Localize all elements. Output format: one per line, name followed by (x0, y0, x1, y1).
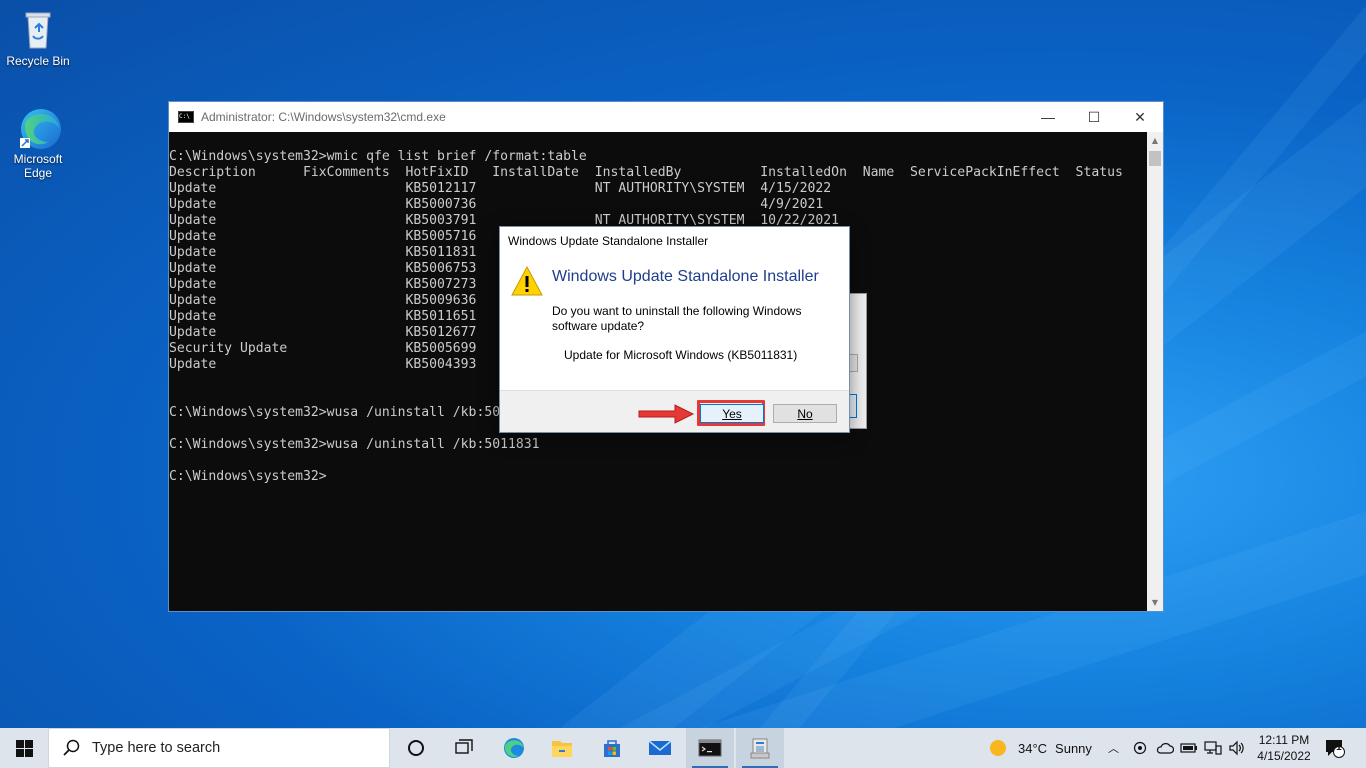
console-line: Update KB5000736 4/9/2021 (169, 197, 824, 212)
power-plug-icon (1180, 743, 1197, 753)
search-placeholder: Type here to search (92, 740, 221, 756)
console-line: C:\Windows\system32>wusa /uninstall /kb:… (169, 437, 540, 452)
weather-condition: Sunny (1055, 740, 1092, 756)
taskbar-store[interactable] (588, 728, 636, 768)
windows-logo-icon (15, 739, 33, 757)
notification-count: 1 (1336, 742, 1342, 753)
cortana-button[interactable] (392, 728, 440, 768)
notification-icon (1326, 740, 1345, 758)
warning-icon (510, 265, 544, 297)
taskbar-cmd[interactable] (686, 728, 734, 768)
cmd-title-bar[interactable]: C:\ Administrator: C:\Windows\system32\c… (169, 102, 1163, 132)
desktop-icon-label: Microsoft (13, 152, 63, 166)
notification-center-button[interactable]: 1 (1324, 728, 1346, 768)
scroll-down-icon[interactable]: ▼ (1147, 594, 1163, 611)
update-name: Update for Microsoft Windows (KB5011831) (564, 348, 798, 362)
console-line: Description FixComments HotFixID Install… (169, 165, 1123, 180)
cmd-icon: C:\ (178, 111, 194, 123)
dialog-title: Windows Update Standalone Installer (508, 234, 709, 248)
mail-icon (648, 740, 672, 755)
meet-now-button[interactable] (1133, 728, 1149, 768)
taskbar-edge[interactable] (490, 728, 538, 768)
taskbar: Type here to search 34°C Sunny ︿ 12:11 P… (0, 728, 1366, 768)
maximize-button[interactable]: ☐ (1071, 102, 1117, 132)
sun-icon (990, 740, 1006, 756)
dialog-question: Do you want to uninstall the following W… (552, 304, 802, 333)
desktop-icon-label: Edge (23, 166, 53, 180)
network-icon (1204, 741, 1222, 755)
taskbar-installer[interactable] (736, 728, 784, 768)
search-box[interactable]: Type here to search (48, 728, 390, 768)
store-icon (604, 740, 620, 757)
scroll-thumb[interactable] (1149, 151, 1161, 166)
scroll-up-icon[interactable]: ▲ (1147, 132, 1163, 149)
meet-now-icon (1133, 741, 1147, 755)
red-arrow-icon (638, 404, 695, 424)
cmd-icon (698, 739, 722, 757)
uninstall-dialog[interactable]: Windows Update Standalone Installer Wind… (499, 226, 850, 433)
taskbar-mail[interactable] (636, 728, 684, 768)
dialog-heading: Windows Update Standalone Installer (552, 268, 819, 285)
dialog-footer: Yes No (500, 390, 849, 432)
cortana-icon (408, 740, 424, 756)
start-button[interactable] (0, 728, 48, 768)
console-line: Update KB5012117 NT AUTHORITY\SYSTEM 4/1… (169, 181, 832, 196)
minimize-button[interactable]: — (1025, 102, 1071, 132)
installer-icon (750, 738, 770, 759)
taskbar-file-explorer[interactable] (538, 728, 586, 768)
recycle-bin-icon (16, 8, 60, 52)
show-hidden-icons-button[interactable]: ︿ (1108, 728, 1119, 768)
cloud-icon (1156, 743, 1174, 754)
volume-button[interactable] (1228, 728, 1246, 768)
search-icon (63, 739, 80, 756)
desktop-icon-label: Recycle Bin (6, 54, 70, 68)
weather-temp: 34°C (1018, 740, 1048, 756)
edge-icon (16, 104, 61, 149)
desktop-icon-recycle-bin[interactable]: Recycle Bin (0, 8, 76, 68)
desktop-icon-edge[interactable]: Microsoft Edge (0, 104, 76, 180)
window-title: Administrator: C:\Windows\system32\cmd.e… (201, 110, 446, 124)
console-line: C:\Windows\system32> (169, 469, 327, 484)
network-button[interactable] (1204, 728, 1222, 768)
chevron-up-icon: ︿ (1108, 743, 1119, 755)
yes-button[interactable]: Yes (700, 404, 764, 423)
onedrive-button[interactable] (1156, 728, 1174, 768)
console-line: C:\Windows\system32>wmic qfe list brief … (169, 149, 587, 164)
clock-time: 12:11 PM (1258, 733, 1310, 747)
weather-widget[interactable]: 34°C Sunny (988, 728, 1092, 768)
file-explorer-icon (552, 741, 572, 757)
vertical-scrollbar[interactable]: ▲ ▼ (1147, 132, 1163, 611)
no-button[interactable]: No (773, 404, 837, 423)
volume-icon (1229, 740, 1244, 756)
clock[interactable]: 12:11 PM 4/15/2022 (1248, 732, 1320, 764)
task-view-icon (455, 739, 473, 754)
close-button[interactable]: ✕ (1117, 102, 1163, 132)
task-view-button[interactable] (440, 728, 488, 768)
edge-icon (504, 738, 524, 758)
clock-date: 4/15/2022 (1257, 749, 1311, 763)
battery-button[interactable] (1180, 728, 1200, 768)
